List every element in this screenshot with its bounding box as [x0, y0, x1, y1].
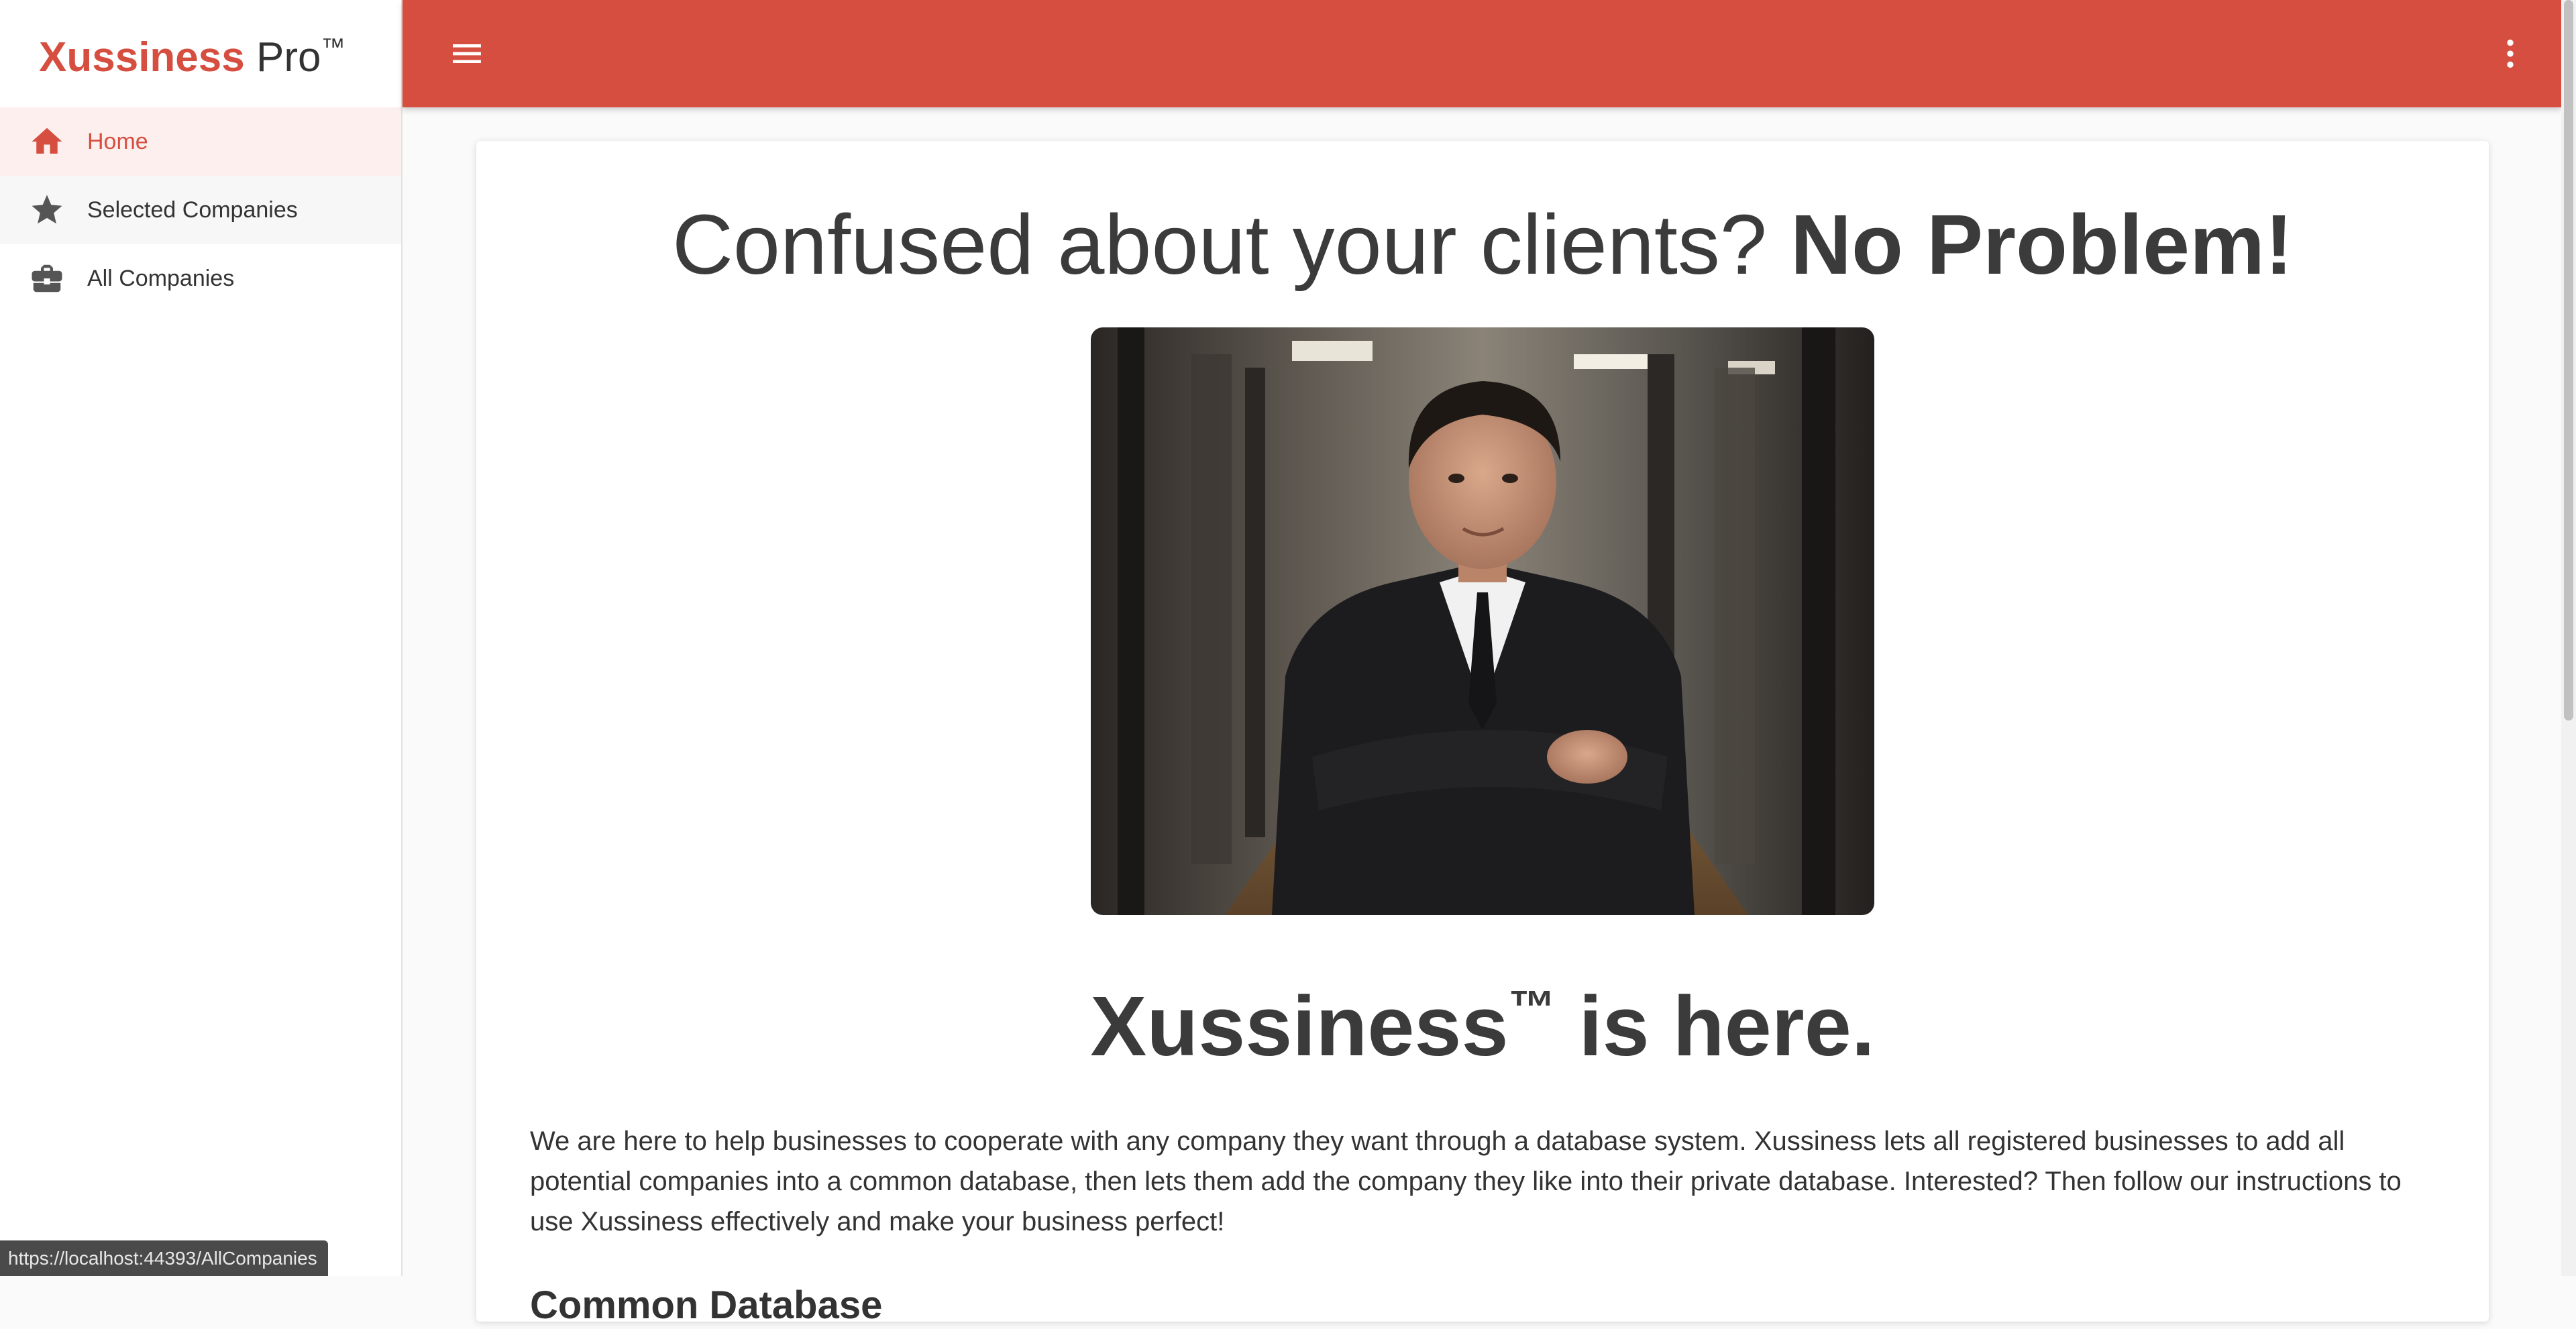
scrollbar-thumb[interactable]	[2564, 0, 2573, 721]
sidebar-item-label: Selected Companies	[87, 197, 298, 223]
tagline-trademark: ™	[1508, 981, 1556, 1033]
brand-trademark: ™	[321, 33, 345, 60]
sidebar-item-all-companies[interactable]: All Companies	[0, 244, 401, 313]
sidebar-nav: Home Selected Companies All Companies	[0, 107, 401, 313]
tagline-brand: Xussiness	[1090, 979, 1509, 1073]
sidebar-item-home[interactable]: Home	[0, 107, 401, 176]
brand-name: Xussiness	[39, 34, 245, 81]
hero-photo-image	[1091, 327, 1874, 915]
menu-button[interactable]	[444, 31, 490, 76]
headline-bold: No Problem!	[1790, 197, 2294, 292]
menu-icon	[453, 44, 481, 63]
briefcase-icon	[28, 260, 66, 297]
headline-regular: Confused about your clients?	[672, 197, 1790, 292]
star-icon	[28, 191, 66, 229]
more-vert-icon	[2507, 40, 2514, 68]
more-options-button[interactable]	[2487, 31, 2533, 76]
status-url: https://localhost:44393/AllCompanies	[0, 1240, 328, 1276]
section-title-common-database: Common Database	[530, 1283, 883, 1327]
sidebar: Xussiness Pro™ Home Selected Companies A…	[0, 0, 402, 1276]
page-headline: Confused about your clients? No Problem!	[530, 195, 2435, 295]
app-bar	[402, 0, 2561, 107]
tagline-rest: is here.	[1555, 979, 1875, 1073]
sidebar-item-label: Home	[87, 128, 148, 154]
hero-photo	[1091, 327, 1874, 915]
brand-suffix: Pro	[244, 34, 321, 81]
home-icon	[28, 123, 66, 160]
brand-logo[interactable]: Xussiness Pro™	[0, 0, 401, 107]
sidebar-item-label: All Companies	[87, 265, 235, 291]
intro-paragraph: We are here to help businesses to cooper…	[530, 1126, 2402, 1236]
tagline: Xussiness™ is here.	[530, 958, 2435, 1075]
home-card: Confused about your clients? No Problem!	[476, 141, 2489, 1327]
sidebar-item-selected-companies[interactable]: Selected Companies	[0, 176, 401, 244]
page-scrollbar[interactable]	[2561, 0, 2576, 1276]
